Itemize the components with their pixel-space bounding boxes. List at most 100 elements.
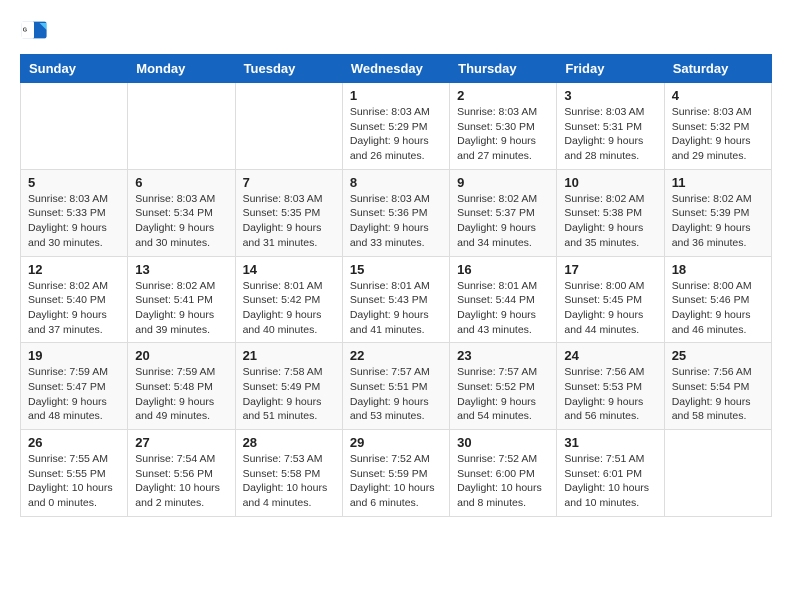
day-number: 3 <box>564 88 656 103</box>
day-info: Sunrise: 8:01 AM Sunset: 5:42 PM Dayligh… <box>243 279 335 338</box>
calendar-cell: 3 Sunrise: 8:03 AM Sunset: 5:31 PM Daylig… <box>557 83 664 170</box>
logo: G <box>20 16 52 44</box>
day-number: 23 <box>457 348 549 363</box>
calendar-cell: 10 Sunrise: 8:02 AM Sunset: 5:38 PM Dayli… <box>557 169 664 256</box>
day-number: 20 <box>135 348 227 363</box>
calendar-cell: 21Sunrise: 7:58 AM Sunset: 5:49 PM Dayli… <box>235 343 342 430</box>
day-number: 10 <box>564 175 656 190</box>
day-number: 16 <box>457 262 549 277</box>
calendar-cell <box>664 430 771 517</box>
day-info: Sunrise: 8:00 AM Sunset: 5:45 PM Dayligh… <box>564 279 656 338</box>
calendar-cell: 23 Sunrise: 7:57 AM Sunset: 5:52 PM Dayli… <box>450 343 557 430</box>
calendar-cell: 27 Sunrise: 7:54 AM Sunset: 5:56 PM Dayli… <box>128 430 235 517</box>
day-number: 27 <box>135 435 227 450</box>
day-info: Sunrise: 8:02 AM Sunset: 5:38 PM Dayligh… <box>564 192 656 251</box>
day-number: 25 <box>672 348 764 363</box>
calendar-cell: 4 Sunrise: 8:03 AM Sunset: 5:32 PM Daylig… <box>664 83 771 170</box>
calendar-cell: 8 Sunrise: 8:03 AM Sunset: 5:36 PM Daylig… <box>342 169 449 256</box>
calendar-cell: 17 Sunrise: 8:00 AM Sunset: 5:45 PM Dayli… <box>557 256 664 343</box>
calendar-cell: 25Sunrise: 7:56 AM Sunset: 5:54 PM Dayli… <box>664 343 771 430</box>
day-info: Sunrise: 8:03 AM Sunset: 5:29 PM Dayligh… <box>350 105 442 164</box>
day-info: Sunrise: 8:01 AM Sunset: 5:44 PM Dayligh… <box>457 279 549 338</box>
day-info: Sunrise: 7:58 AM Sunset: 5:49 PM Dayligh… <box>243 365 335 424</box>
calendar: SundayMondayTuesdayWednesdayThursdayFrid… <box>20 54 772 517</box>
day-info: Sunrise: 7:52 AM Sunset: 5:59 PM Dayligh… <box>350 452 442 511</box>
day-info: Sunrise: 7:59 AM Sunset: 5:48 PM Dayligh… <box>135 365 227 424</box>
day-info: Sunrise: 8:03 AM Sunset: 5:36 PM Dayligh… <box>350 192 442 251</box>
calendar-cell: 18 Sunrise: 8:00 AM Sunset: 5:46 PM Dayli… <box>664 256 771 343</box>
calendar-cell: 7 Sunrise: 8:03 AM Sunset: 5:35 PM Daylig… <box>235 169 342 256</box>
calendar-cell: 20 Sunrise: 7:59 AM Sunset: 5:48 PM Dayli… <box>128 343 235 430</box>
logo-icon: G <box>20 16 48 44</box>
calendar-week-row: 19Sunrise: 7:59 AM Sunset: 5:47 PM Dayli… <box>21 343 772 430</box>
day-info: Sunrise: 7:52 AM Sunset: 6:00 PM Dayligh… <box>457 452 549 511</box>
day-number: 2 <box>457 88 549 103</box>
day-number: 7 <box>243 175 335 190</box>
calendar-cell: 24 Sunrise: 7:56 AM Sunset: 5:53 PM Dayli… <box>557 343 664 430</box>
day-info: Sunrise: 8:03 AM Sunset: 5:32 PM Dayligh… <box>672 105 764 164</box>
day-info: Sunrise: 7:57 AM Sunset: 5:51 PM Dayligh… <box>350 365 442 424</box>
calendar-cell: 12Sunrise: 8:02 AM Sunset: 5:40 PM Dayli… <box>21 256 128 343</box>
calendar-week-row: 12Sunrise: 8:02 AM Sunset: 5:40 PM Dayli… <box>21 256 772 343</box>
calendar-week-row: 26 Sunrise: 7:55 AM Sunset: 5:55 PM Dayli… <box>21 430 772 517</box>
day-number: 28 <box>243 435 335 450</box>
day-info: Sunrise: 8:02 AM Sunset: 5:37 PM Dayligh… <box>457 192 549 251</box>
header: G <box>20 16 772 44</box>
calendar-cell: 11 Sunrise: 8:02 AM Sunset: 5:39 PM Dayli… <box>664 169 771 256</box>
day-info: Sunrise: 7:54 AM Sunset: 5:56 PM Dayligh… <box>135 452 227 511</box>
day-info: Sunrise: 8:03 AM Sunset: 5:34 PM Dayligh… <box>135 192 227 251</box>
calendar-cell: 22 Sunrise: 7:57 AM Sunset: 5:51 PM Dayli… <box>342 343 449 430</box>
calendar-cell: 15Sunrise: 8:01 AM Sunset: 5:43 PM Dayli… <box>342 256 449 343</box>
day-number: 8 <box>350 175 442 190</box>
day-info: Sunrise: 8:03 AM Sunset: 5:35 PM Dayligh… <box>243 192 335 251</box>
day-number: 26 <box>28 435 120 450</box>
calendar-cell: 30Sunrise: 7:52 AM Sunset: 6:00 PM Dayli… <box>450 430 557 517</box>
calendar-cell <box>21 83 128 170</box>
day-info: Sunrise: 7:55 AM Sunset: 5:55 PM Dayligh… <box>28 452 120 511</box>
weekday-header: Wednesday <box>342 55 449 83</box>
day-info: Sunrise: 7:57 AM Sunset: 5:52 PM Dayligh… <box>457 365 549 424</box>
day-number: 6 <box>135 175 227 190</box>
day-number: 14 <box>243 262 335 277</box>
calendar-cell: 26 Sunrise: 7:55 AM Sunset: 5:55 PM Dayli… <box>21 430 128 517</box>
calendar-week-row: 1Sunrise: 8:03 AM Sunset: 5:29 PM Daylig… <box>21 83 772 170</box>
calendar-header-row: SundayMondayTuesdayWednesdayThursdayFrid… <box>21 55 772 83</box>
day-info: Sunrise: 8:01 AM Sunset: 5:43 PM Dayligh… <box>350 279 442 338</box>
day-info: Sunrise: 7:56 AM Sunset: 5:53 PM Dayligh… <box>564 365 656 424</box>
calendar-cell: 19Sunrise: 7:59 AM Sunset: 5:47 PM Dayli… <box>21 343 128 430</box>
day-number: 5 <box>28 175 120 190</box>
day-info: Sunrise: 8:03 AM Sunset: 5:33 PM Dayligh… <box>28 192 120 251</box>
day-number: 18 <box>672 262 764 277</box>
calendar-cell: 2Sunrise: 8:03 AM Sunset: 5:30 PM Daylig… <box>450 83 557 170</box>
calendar-cell: 9 Sunrise: 8:02 AM Sunset: 5:37 PM Daylig… <box>450 169 557 256</box>
day-number: 9 <box>457 175 549 190</box>
day-number: 22 <box>350 348 442 363</box>
calendar-cell: 6 Sunrise: 8:03 AM Sunset: 5:34 PM Daylig… <box>128 169 235 256</box>
page: G SundayMondayTuesdayWednesdayThursdayFr… <box>0 0 792 612</box>
day-info: Sunrise: 8:00 AM Sunset: 5:46 PM Dayligh… <box>672 279 764 338</box>
day-number: 12 <box>28 262 120 277</box>
day-info: Sunrise: 7:51 AM Sunset: 6:01 PM Dayligh… <box>564 452 656 511</box>
calendar-cell: 13 Sunrise: 8:02 AM Sunset: 5:41 PM Dayli… <box>128 256 235 343</box>
calendar-cell: 29Sunrise: 7:52 AM Sunset: 5:59 PM Dayli… <box>342 430 449 517</box>
weekday-header: Thursday <box>450 55 557 83</box>
calendar-cell <box>128 83 235 170</box>
day-info: Sunrise: 8:02 AM Sunset: 5:41 PM Dayligh… <box>135 279 227 338</box>
day-number: 11 <box>672 175 764 190</box>
svg-text:G: G <box>23 27 27 33</box>
day-info: Sunrise: 8:03 AM Sunset: 5:31 PM Dayligh… <box>564 105 656 164</box>
weekday-header: Tuesday <box>235 55 342 83</box>
day-info: Sunrise: 8:02 AM Sunset: 5:39 PM Dayligh… <box>672 192 764 251</box>
day-number: 17 <box>564 262 656 277</box>
calendar-cell <box>235 83 342 170</box>
day-number: 13 <box>135 262 227 277</box>
day-number: 31 <box>564 435 656 450</box>
calendar-cell: 16 Sunrise: 8:01 AM Sunset: 5:44 PM Dayli… <box>450 256 557 343</box>
weekday-header: Friday <box>557 55 664 83</box>
day-number: 4 <box>672 88 764 103</box>
weekday-header: Sunday <box>21 55 128 83</box>
calendar-cell: 1Sunrise: 8:03 AM Sunset: 5:29 PM Daylig… <box>342 83 449 170</box>
day-number: 19 <box>28 348 120 363</box>
day-number: 24 <box>564 348 656 363</box>
calendar-cell: 31 Sunrise: 7:51 AM Sunset: 6:01 PM Dayli… <box>557 430 664 517</box>
